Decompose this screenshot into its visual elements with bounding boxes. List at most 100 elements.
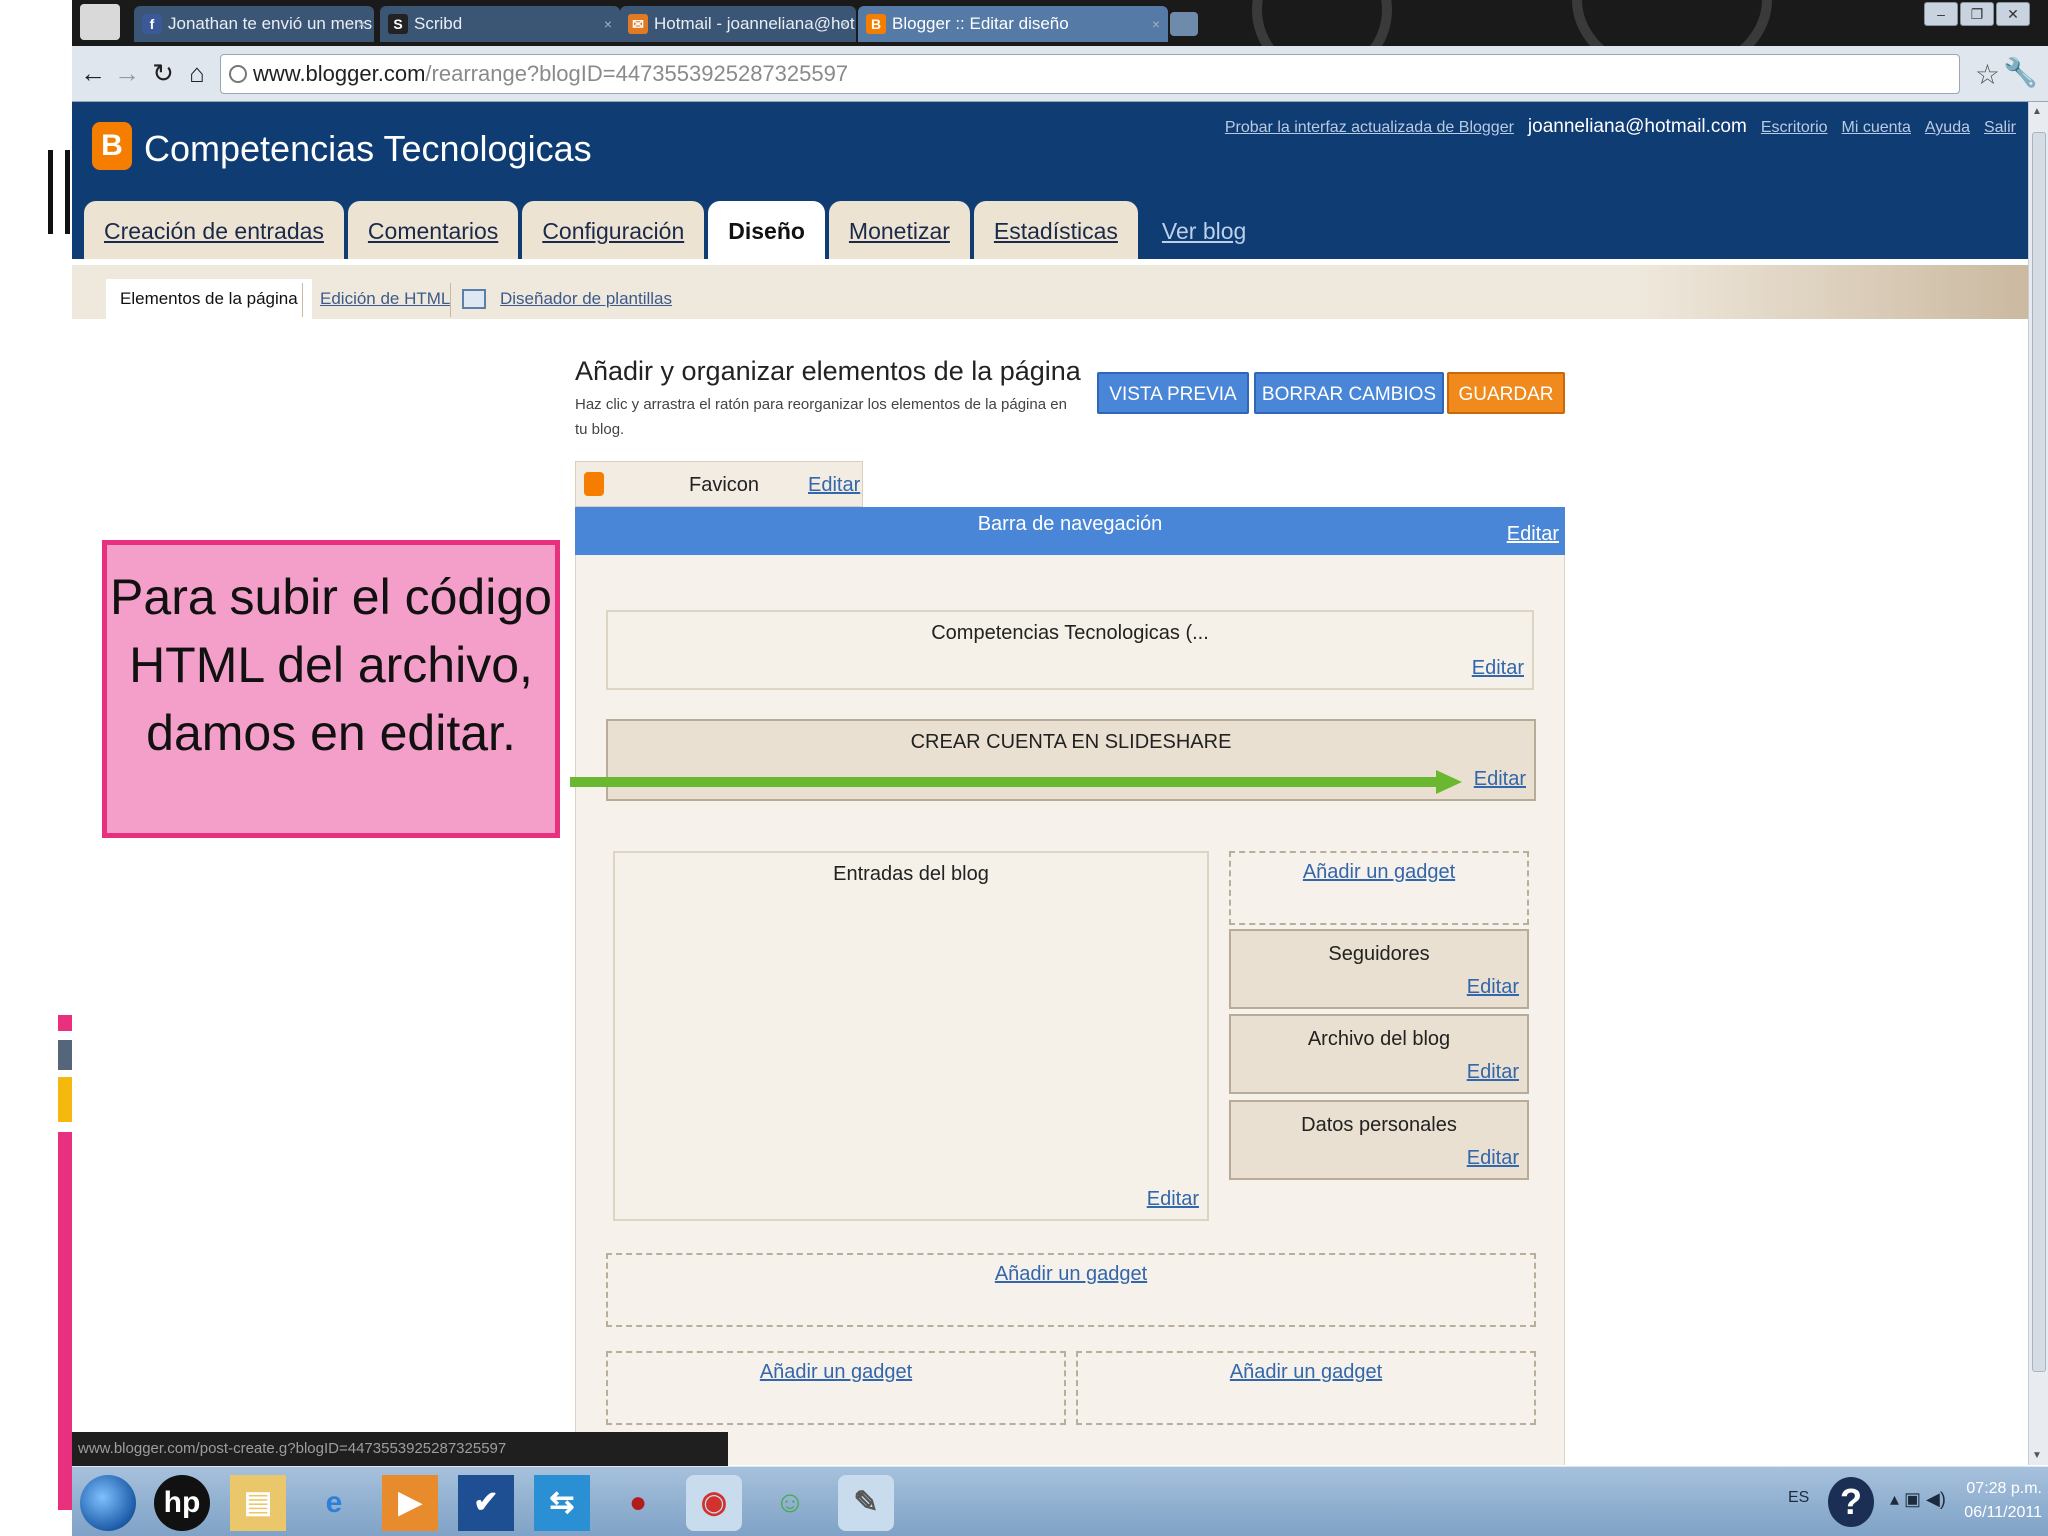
- blog-posts-edit-link[interactable]: Editar: [1147, 1188, 1199, 1211]
- globe-icon: [229, 65, 247, 83]
- scroll-down-icon[interactable]: ▼: [2032, 1450, 2042, 1461]
- favicon-widget[interactable]: Favicon Editar: [575, 461, 863, 507]
- address-bar[interactable]: www.blogger.com/rearrange?blogID=4473553…: [220, 54, 1960, 94]
- tab-label: Jonathan te envió un mens: [168, 14, 373, 33]
- wrench-icon[interactable]: 🔧: [2003, 56, 2038, 89]
- add-gadget-footer-left[interactable]: Añadir un gadget: [606, 1351, 1066, 1425]
- scroll-up-icon[interactable]: ▲: [2032, 106, 2042, 117]
- add-gadget-sidebar[interactable]: Añadir un gadget: [1229, 851, 1529, 925]
- header-widget-title: Competencias Tecnologicas (...: [931, 622, 1209, 644]
- url-host: www.blogger.com: [253, 61, 426, 86]
- add-gadget-link[interactable]: Añadir un gadget: [608, 1263, 1534, 1286]
- help-icon[interactable]: ?: [1828, 1477, 1874, 1527]
- checkmark-app-icon[interactable]: ✔: [458, 1475, 514, 1531]
- favicon-label: Favicon: [689, 474, 760, 496]
- tab-comments[interactable]: Comentarios: [347, 201, 519, 259]
- preview-button[interactable]: VISTA PREVIA: [1097, 372, 1249, 414]
- close-icon[interactable]: ×: [840, 6, 848, 42]
- tray-icons[interactable]: ▴ ▣ ◀): [1890, 1489, 1946, 1510]
- blog-archive-widget[interactable]: Archivo del blog Editar: [1229, 1014, 1529, 1094]
- close-icon[interactable]: ×: [358, 6, 366, 42]
- tab-edit-html[interactable]: Edición de HTML: [320, 279, 450, 319]
- blogger-logo-icon[interactable]: B: [92, 122, 132, 170]
- bookmark-star-icon[interactable]: ☆: [1975, 58, 2000, 91]
- maximize-button[interactable]: ❐: [1960, 2, 1994, 26]
- blog-archive-edit-link[interactable]: Editar: [1467, 1061, 1519, 1084]
- tab-design[interactable]: Diseño: [708, 201, 825, 259]
- browser-tab-facebook[interactable]: f Jonathan te envió un mens ×: [134, 6, 374, 42]
- try-new-interface-link[interactable]: Probar la interfaz actualizada de Blogge…: [1225, 119, 1514, 137]
- blog-posts-widget[interactable]: Entradas del blog Editar: [613, 851, 1209, 1221]
- navbar-label: Barra de navegación: [977, 513, 1163, 535]
- help-link[interactable]: Ayuda: [1925, 119, 1970, 137]
- incognito-icon: [80, 4, 120, 40]
- instruction-callout: Para subir el código HTML del archivo, d…: [102, 540, 560, 838]
- profile-edit-link[interactable]: Editar: [1467, 1147, 1519, 1170]
- windows-live-messenger-icon[interactable]: ☺: [762, 1475, 818, 1531]
- media-player-icon[interactable]: ▶: [382, 1475, 438, 1531]
- favicon-edit-link[interactable]: Editar: [808, 474, 860, 497]
- profile-title: Datos personales: [1301, 1114, 1457, 1136]
- browser-tab-hotmail[interactable]: ✉ Hotmail - joanneliana@hot ×: [620, 6, 856, 42]
- blog-posts-title: Entradas del blog: [833, 863, 989, 885]
- home-icon[interactable]: ⌂: [182, 58, 212, 88]
- save-button[interactable]: GUARDAR: [1447, 372, 1565, 414]
- chrome-icon[interactable]: ◉: [686, 1475, 742, 1531]
- browser-tab-scribd[interactable]: S Scribd ×: [380, 6, 620, 42]
- add-gadget-main[interactable]: Añadir un gadget: [606, 1253, 1536, 1327]
- internet-explorer-icon[interactable]: e: [306, 1475, 362, 1531]
- blogger-header: B Competencias Tecnologicas Probar la in…: [72, 102, 2028, 259]
- clock[interactable]: 07:28 p.m. 06/11/2011: [1964, 1477, 2042, 1525]
- deco-bar-yellow: [58, 1077, 72, 1122]
- game-app-icon[interactable]: ●: [610, 1475, 666, 1531]
- favicon-icon: [584, 472, 604, 496]
- paint-icon[interactable]: ✎: [838, 1475, 894, 1531]
- header-widget[interactable]: Competencias Tecnologicas (... Editar: [606, 610, 1534, 690]
- start-button[interactable]: [80, 1475, 136, 1531]
- slideshare-widget-title: CREAR CUENTA EN SLIDESHARE: [910, 731, 1232, 753]
- minimize-button[interactable]: –: [1924, 2, 1958, 26]
- language-indicator[interactable]: ES: [1788, 1489, 1809, 1507]
- tab-stats[interactable]: Estadísticas: [973, 201, 1138, 259]
- tab-template-designer[interactable]: Diseñador de plantillas: [500, 279, 672, 319]
- folder-icon[interactable]: ▤: [230, 1475, 286, 1531]
- profile-widget[interactable]: Datos personales Editar: [1229, 1100, 1529, 1180]
- forward-icon[interactable]: →: [112, 58, 142, 88]
- slideshare-edit-link[interactable]: Editar: [1474, 768, 1526, 791]
- back-icon[interactable]: ←: [78, 58, 108, 88]
- add-gadget-link[interactable]: Añadir un gadget: [1231, 861, 1527, 884]
- browser-toolbar: ← → ↻ ⌂ www.blogger.com/rearrange?blogID…: [72, 46, 2048, 102]
- divider: [302, 283, 303, 317]
- view-blog-link[interactable]: Ver blog: [1142, 201, 1266, 259]
- add-gadget-footer-right[interactable]: Añadir un gadget: [1076, 1351, 1536, 1425]
- add-gadget-link[interactable]: Añadir un gadget: [608, 1361, 1064, 1384]
- tab-posting[interactable]: Creación de entradas: [84, 201, 344, 259]
- header-edit-link[interactable]: Editar: [1472, 657, 1524, 680]
- followers-edit-link[interactable]: Editar: [1467, 976, 1519, 999]
- clear-changes-button[interactable]: BORRAR CAMBIOS: [1254, 372, 1444, 414]
- main-tabs: Creación de entradas Comentarios Configu…: [84, 201, 1266, 259]
- tab-label: Blogger :: Editar diseño: [892, 14, 1069, 33]
- close-icon[interactable]: ×: [604, 6, 612, 42]
- reload-icon[interactable]: ↻: [148, 58, 178, 88]
- tab-page-elements[interactable]: Elementos de la página: [106, 279, 312, 319]
- add-gadget-link[interactable]: Añadir un gadget: [1078, 1361, 1534, 1384]
- page-scrollbar[interactable]: ▲ ▼: [2028, 102, 2048, 1465]
- blog-title: Competencias Tecnologicas: [144, 128, 592, 169]
- navbar-edit-link[interactable]: Editar: [1507, 523, 1559, 546]
- blogger-icon: B: [866, 14, 886, 34]
- followers-widget[interactable]: Seguidores Editar: [1229, 929, 1529, 1009]
- browser-tab-blogger[interactable]: B Blogger :: Editar diseño ×: [858, 6, 1168, 42]
- close-icon[interactable]: ×: [1152, 6, 1160, 42]
- scroll-thumb[interactable]: [2032, 132, 2046, 1372]
- logout-link[interactable]: Salir: [1984, 119, 2016, 137]
- tab-monetize[interactable]: Monetizar: [828, 201, 970, 259]
- new-tab-button[interactable]: [1170, 12, 1198, 36]
- messenger-app-icon[interactable]: ⇆: [534, 1475, 590, 1531]
- tab-settings[interactable]: Configuración: [522, 201, 705, 259]
- close-window-button[interactable]: ✕: [1996, 2, 2030, 26]
- desk-link[interactable]: Escritorio: [1761, 119, 1828, 137]
- navbar-widget[interactable]: Barra de navegación Editar: [575, 507, 1565, 555]
- hp-icon[interactable]: hp: [154, 1475, 210, 1531]
- my-account-link[interactable]: Mi cuenta: [1842, 119, 1911, 137]
